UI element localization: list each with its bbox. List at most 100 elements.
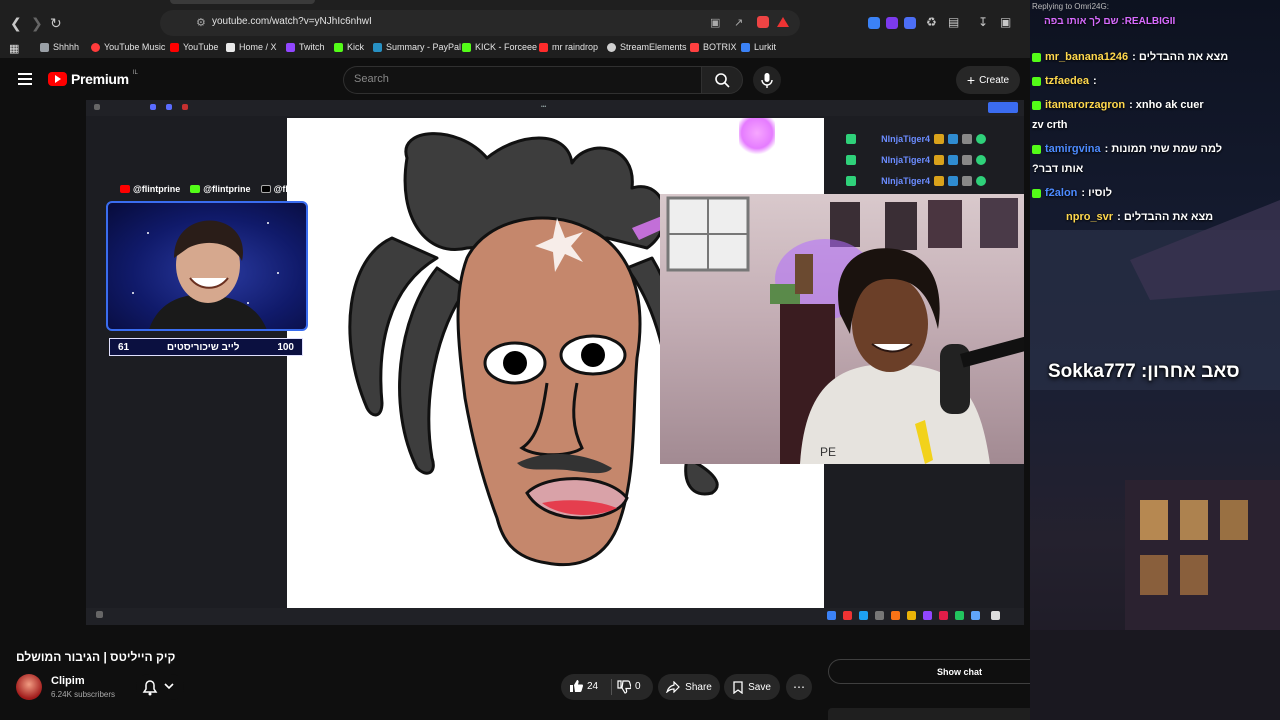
create-button[interactable]: + Create xyxy=(956,66,1020,94)
bookmark-label: BOTRIX xyxy=(703,42,737,52)
kick-badge-icon xyxy=(1032,144,1041,154)
bookmark-raindrop[interactable]: mr raindrop xyxy=(539,42,598,52)
back-icon[interactable]: ❮ xyxy=(10,15,22,31)
sub-goal-bar: 61 לייב שיכוריסטים 100 xyxy=(109,338,303,356)
cast-icon[interactable]: ▣ xyxy=(710,16,720,29)
browser-toolbar: ❮ ❯ ↻ ☐ ⚙ youtube.com/watch?v=yNJhIc6nhw… xyxy=(0,6,1030,38)
video-title: קיק הייליטס | הגיבור המושלם xyxy=(16,650,176,664)
chat-message: mr_banana1246: מצא את ההבדלים xyxy=(1032,51,1228,63)
apps-grid-icon[interactable]: ▦ xyxy=(9,42,19,55)
chat-message-continued: ?אותו דבר xyxy=(1032,163,1083,175)
kick-badge-icon xyxy=(1032,76,1041,86)
raindrop-icon xyxy=(539,42,548,52)
taskbar-app-icon xyxy=(939,611,948,620)
more-dots-icon: ⋯ xyxy=(793,680,805,694)
bookmark-youtube[interactable]: YouTube xyxy=(170,42,218,52)
chat-text: : xyxy=(1093,75,1097,87)
bookmark-label: YouTube xyxy=(183,42,219,52)
chat-text: : למה שמת שתי תמונות xyxy=(1104,143,1223,155)
reload-icon[interactable]: ↻ xyxy=(50,15,62,31)
thumbs-up-icon xyxy=(570,680,583,692)
divider xyxy=(611,679,612,695)
hand-emote-icon xyxy=(739,118,775,158)
address-bar[interactable]: ⚙ youtube.com/watch?v=yNJhIc6nhwI ▣ ↗ xyxy=(160,10,800,36)
kick-icon xyxy=(334,42,343,52)
bookmark-label: mr raindrop xyxy=(552,42,599,52)
bookmark-kick[interactable]: Kick xyxy=(334,42,364,52)
tiktok-icon xyxy=(260,185,271,193)
reply-hint: Replying to Omri24G: xyxy=(1032,2,1109,11)
brave-shield-icon[interactable] xyxy=(757,16,769,28)
rewards-icon[interactable] xyxy=(777,17,789,27)
site-info-icon[interactable]: ⚙ xyxy=(196,16,206,29)
chat-text: : מצא את ההבדלים xyxy=(1132,51,1229,63)
active-tab[interactable] xyxy=(170,0,315,4)
bookmark-lurkit[interactable]: Lurkit xyxy=(741,42,776,52)
check-icon xyxy=(976,175,986,186)
tiktok-social: @flintprine xyxy=(260,182,321,196)
check-icon xyxy=(976,133,986,144)
taskbar-app-icon xyxy=(859,611,868,620)
dislike-button[interactable] xyxy=(617,680,632,697)
extension-purple-icon[interactable] xyxy=(886,17,898,29)
badge-icon xyxy=(948,175,958,186)
share-button[interactable]: Share xyxy=(658,674,720,700)
bookmark-kick-forceee[interactable]: KICK - Forceee xyxy=(462,42,537,52)
screen: ❮ ❯ ↻ ☐ ⚙ youtube.com/watch?v=yNJhIc6nhw… xyxy=(0,0,1280,720)
badge-icon xyxy=(948,154,958,165)
share-page-icon[interactable]: ↗ xyxy=(734,16,743,29)
bookmark-paypal[interactable]: Summary - PayPal xyxy=(373,42,461,52)
extension-indigo-icon[interactable] xyxy=(904,17,916,29)
stream-window-titlebar: ••• xyxy=(86,100,1024,116)
channel-name[interactable]: Clipim xyxy=(51,675,85,687)
social-handle: @flintprine xyxy=(203,184,251,194)
more-actions-button[interactable]: ⋯ xyxy=(786,674,812,700)
bookmark-label: Kick xyxy=(347,42,365,52)
forward-icon[interactable]: ❯ xyxy=(31,15,43,31)
url-text: youtube.com/watch?v=yNJhIc6nhwI xyxy=(212,16,372,27)
taskbar-app-icon xyxy=(891,611,900,620)
x-icon xyxy=(226,42,235,52)
folder-icon xyxy=(40,42,49,52)
chat-message: f2alon: לוסיו xyxy=(1032,187,1112,199)
mini-chat-row: NInjaTiger4 xyxy=(846,128,1024,149)
kick-icon xyxy=(462,42,471,52)
search-input[interactable] xyxy=(354,73,684,85)
notifications-button[interactable] xyxy=(136,674,184,700)
save-button[interactable]: Save xyxy=(724,674,780,700)
bookmark-twitch[interactable]: Twitch xyxy=(286,42,325,52)
mini-chat-row: NInjaTiger4 xyxy=(846,149,1024,170)
voice-search-button[interactable] xyxy=(753,66,781,94)
search-button[interactable] xyxy=(701,66,743,94)
bookmark-youtube-music[interactable]: YouTube Music xyxy=(91,42,165,52)
taskbar-app-icon xyxy=(955,611,964,620)
bookmark-botrix[interactable]: BOTRIX xyxy=(690,42,737,52)
mod-icon xyxy=(846,175,856,186)
bookmarks-bar: ▦ Shhhh YouTube Music YouTube Home / X T… xyxy=(0,38,1030,58)
thumbs-down-icon xyxy=(617,680,632,694)
bookmark-label: Lurkit xyxy=(754,42,777,52)
chat-text: : xnho ak cuer xyxy=(1129,99,1204,111)
download-icon[interactable]: ↧ xyxy=(978,15,988,29)
create-label: Create xyxy=(979,74,1010,86)
bookmark-shhhh[interactable]: Shhhh xyxy=(40,42,79,52)
extension-blue-icon[interactable] xyxy=(868,17,880,29)
bookmark-x[interactable]: Home / X xyxy=(226,42,277,52)
taskbar-app-icon xyxy=(875,611,884,620)
extensions-puzzle-icon[interactable]: ♻ xyxy=(926,15,937,29)
channel-avatar[interactable] xyxy=(16,674,42,700)
start-icon xyxy=(96,611,103,618)
menu-icon[interactable] xyxy=(18,73,32,88)
dislike-count: 0 xyxy=(635,681,641,692)
logo-text: Premium xyxy=(71,71,129,87)
bookmark-streamelements[interactable]: StreamElements xyxy=(607,42,687,52)
bookmark-label: Summary - PayPal xyxy=(386,42,462,52)
video-player[interactable]: ••• @flintprine @flintprine @flintprine … xyxy=(86,100,1024,625)
wallet-icon[interactable]: ▣ xyxy=(1000,15,1011,29)
chat-username: npro_svr xyxy=(1066,211,1114,223)
youtube-logo[interactable]: Premium IL xyxy=(48,70,138,87)
social-handle: @flintprine xyxy=(133,184,181,194)
sidebar-icon[interactable]: ▤ xyxy=(948,15,959,29)
taskbar-app-icon xyxy=(843,611,852,620)
like-button[interactable] xyxy=(569,679,583,696)
